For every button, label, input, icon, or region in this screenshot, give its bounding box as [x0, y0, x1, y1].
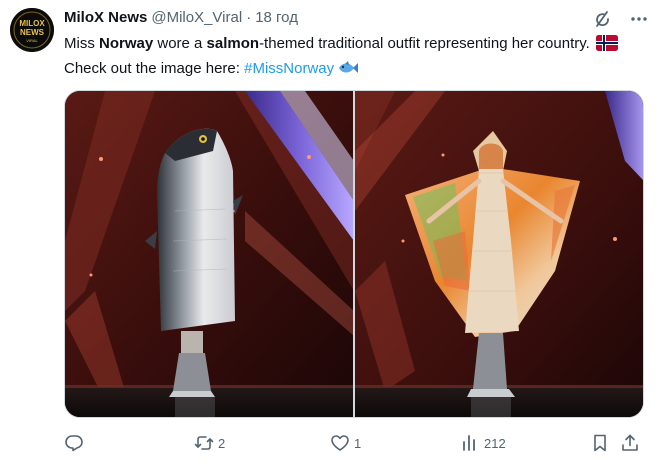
share-icon — [622, 434, 638, 451]
tweet-text-bold-norway: Norway — [99, 35, 154, 52]
avatar-logo-line2: NEWS — [20, 28, 45, 37]
retweet-button[interactable]: 2 — [194, 430, 225, 456]
views-icon — [463, 435, 475, 451]
avatar[interactable]: MILOX NEWS VIRAL — [10, 8, 54, 52]
like-button[interactable]: 1 — [330, 430, 361, 456]
like-count: 1 — [354, 435, 362, 451]
retweet-icon — [194, 436, 214, 450]
tweet-media[interactable] — [64, 90, 644, 418]
bookmark-button[interactable] — [590, 430, 610, 456]
author-name[interactable]: MiloX News — [64, 8, 147, 28]
reply-icon — [65, 435, 83, 452]
views-count: 212 — [484, 435, 506, 451]
tweet-text-part: -themed traditional outfit representing … — [259, 35, 594, 52]
bookmark-icon — [594, 434, 606, 452]
photo-salmon-costume[interactable] — [65, 91, 353, 417]
like-icon — [331, 435, 349, 451]
photo-salmon-dress[interactable] — [355, 91, 643, 417]
tweet-text: Miss Norway wore a salmon-themed traditi… — [64, 33, 644, 83]
more-icon[interactable] — [628, 8, 650, 30]
tweet-action-bar: 2 1 212 — [64, 430, 644, 456]
avatar-logo-line3: VIRAL — [26, 38, 38, 43]
tweet-text-part: Miss — [64, 35, 99, 52]
reply-button[interactable] — [64, 430, 88, 456]
author-handle[interactable]: @MiloX_Viral — [151, 8, 242, 28]
tweet-text-bold-salmon: salmon — [206, 35, 260, 52]
grok-icon[interactable] — [592, 8, 614, 30]
hashtag-link[interactable]: #MissNorway — [244, 60, 334, 77]
tweet-top-actions — [592, 8, 650, 30]
avatar-logo-line1: MILOX — [19, 19, 45, 28]
fish-emoji-icon — [337, 60, 359, 83]
tweet-time[interactable]: 18 год — [255, 8, 298, 28]
separator-dot: · — [246, 9, 252, 26]
retweet-count: 2 — [218, 435, 226, 451]
tweet-header: MiloX News @MiloX_Viral · 18 год — [64, 8, 298, 28]
views-button[interactable]: 212 — [460, 430, 506, 456]
share-button[interactable] — [620, 430, 640, 456]
tweet-text-part: wore a — [153, 35, 207, 52]
norway-flag-icon — [595, 35, 618, 58]
tweet-text-part: Check out the image here: — [64, 60, 245, 77]
